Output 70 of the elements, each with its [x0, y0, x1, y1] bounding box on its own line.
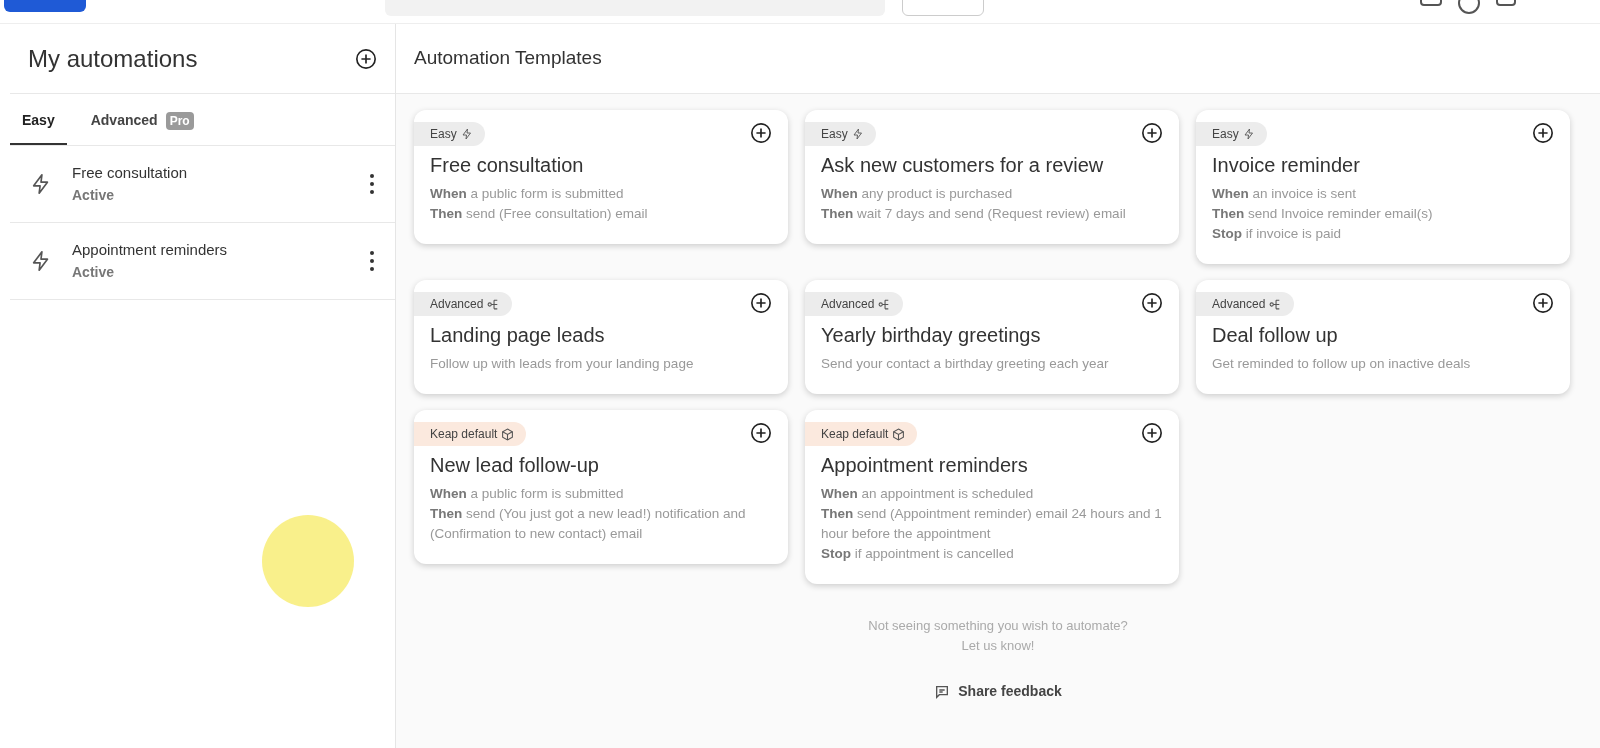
add-icon[interactable] — [1141, 122, 1163, 144]
comment-icon — [934, 683, 951, 700]
tab-label: Easy — [22, 111, 55, 130]
template-description: Stop if invoice is paid — [1212, 225, 1343, 243]
add-icon[interactable] — [1141, 422, 1163, 444]
automation-status: Active — [72, 262, 116, 282]
more-icon[interactable] — [369, 173, 375, 195]
section-title: Automation Templates — [414, 46, 602, 71]
template-description: Send your contact a birthday greeting each year — [821, 355, 1110, 373]
tab[interactable]: Advanced Pro — [78, 110, 206, 145]
template-description: When any product is purchased — [821, 185, 1014, 203]
template-card[interactable]: Advanced Deal follow up Get reminded to follow up on inactive deals — [1196, 280, 1570, 394]
lightning-icon — [1242, 128, 1255, 140]
share-feedback-button[interactable]: Share feedback — [934, 681, 1062, 702]
tab-label: Advanced — [90, 111, 158, 130]
tab[interactable]: Easy — [10, 110, 67, 145]
badge-label: Easy — [821, 126, 848, 143]
template-title: Deal follow up — [1211, 323, 1339, 348]
template-card[interactable]: Keap default Appointment reminders When an appointment is scheduled Then send (Appointment reminder) email 24 hours and 1 hour before the appointment Stop if appointment is cancelled — [805, 410, 1179, 584]
automation-name: Free consultation — [72, 163, 189, 184]
automation-name: Appointment reminders — [72, 240, 229, 261]
badge-label: Easy — [430, 126, 457, 143]
badge-label: Advanced — [1212, 296, 1266, 313]
template-title: Appointment reminders — [820, 453, 1029, 478]
template-card[interactable]: Keap default New lead follow-up When a public form is submitted Then send (You just got a new lead!) notification and (Confirmation to new contact) email — [414, 410, 788, 564]
template-card[interactable]: Easy Ask new customers for a review When any product is purchased Then wait 7 days and send (Request review) email — [805, 110, 1179, 244]
template-description: Then send (Free consultation) email — [430, 205, 649, 223]
template-title: Landing page leads — [429, 323, 606, 348]
template-card[interactable]: Easy Free consultation When a public form is submitted Then send (Free consultation) email — [414, 110, 788, 244]
template-description: When an appointment is scheduled — [821, 485, 1035, 503]
cube-icon — [892, 427, 906, 441]
automation-item[interactable]: Free consultation Active — [10, 146, 395, 223]
template-title: Yearly birthday greetings — [820, 323, 1042, 348]
add-icon[interactable] — [750, 292, 772, 314]
template-card[interactable]: Advanced Yearly birthday greetings Send your contact a birthday greeting each year — [805, 280, 1179, 394]
add-icon[interactable] — [1532, 122, 1554, 144]
badge-label: Advanced — [430, 296, 484, 313]
template-description: Follow up with leads from your landing page — [430, 355, 695, 373]
badge-label: Easy — [1212, 126, 1239, 143]
template-title: Free consultation — [429, 153, 585, 178]
footer-text: Not seeing something you wish to automate? — [868, 617, 1128, 635]
sidebar-title: My automations — [28, 43, 198, 74]
add-icon[interactable] — [1532, 292, 1554, 314]
lightning-icon — [460, 128, 473, 140]
template-description: Get reminded to follow up on inactive deals — [1212, 355, 1472, 373]
template-description: Then send (You just got a new lead!) notification and (Confirmation to new contact) email — [430, 505, 747, 543]
template-description: Then wait 7 days and send (Request review) email — [821, 205, 1127, 223]
badge-label: Keap default — [821, 426, 889, 443]
add-icon[interactable] — [750, 422, 772, 444]
template-card[interactable]: Advanced Landing page leads Follow up with leads from your landing page — [414, 280, 788, 394]
add-icon[interactable] — [750, 122, 772, 144]
template-description: When a public form is submitted — [430, 485, 625, 503]
template-title: New lead follow-up — [429, 453, 600, 478]
more-icon[interactable] — [369, 250, 375, 272]
template-card[interactable]: Easy Invoice reminder When an invoice is sent Then send Invoice reminder email(s) Stop if invoice is paid — [1196, 110, 1570, 264]
template-description: Stop if appointment is cancelled — [821, 545, 1015, 563]
cube-icon — [501, 427, 515, 441]
template-title: Ask new customers for a review — [820, 153, 1105, 178]
template-description: When a public form is submitted — [430, 185, 625, 203]
pro-badge: Pro — [165, 111, 194, 130]
add-icon[interactable] — [355, 47, 377, 70]
add-icon[interactable] — [1141, 292, 1163, 314]
template-description: When an invoice is sent — [1212, 185, 1358, 203]
badge-label: Keap default — [430, 426, 498, 443]
badge-label: Advanced — [821, 296, 875, 313]
template-title: Invoice reminder — [1211, 153, 1361, 178]
automation-status: Active — [72, 185, 116, 205]
automation-item[interactable]: Appointment reminders Active — [10, 223, 395, 300]
lightning-icon — [851, 128, 864, 140]
template-description: Then send Invoice reminder email(s) — [1212, 205, 1434, 223]
